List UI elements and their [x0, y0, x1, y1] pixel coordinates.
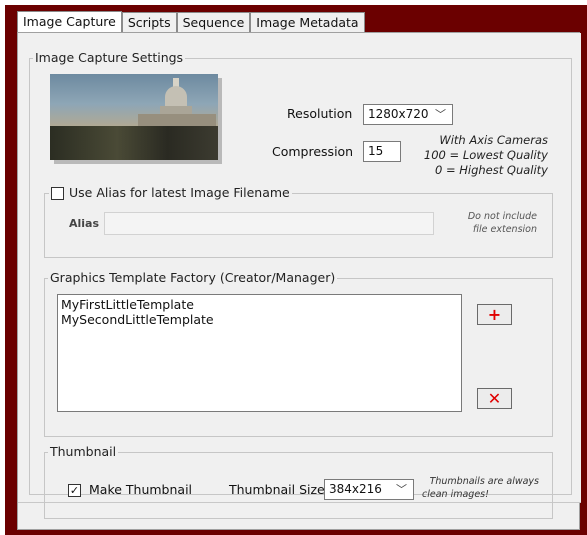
compression-input[interactable]: 15 — [363, 141, 401, 162]
camera-preview-image — [50, 74, 218, 160]
resolution-select[interactable]: 1280x720 ﹀ — [363, 104, 453, 125]
chevron-down-icon: ﹀ — [435, 108, 446, 121]
axis-quality-note: With Axis Cameras 100 = Lowest Quality 0… — [423, 133, 548, 177]
alias-label: Alias — [69, 217, 100, 230]
resolution-label: Resolution — [287, 106, 353, 121]
alias-input[interactable] — [104, 212, 434, 235]
alias-legend: Use Alias for latest Image Filename — [49, 185, 292, 201]
panel-body: Image Capture Settings Resolution 1280x7… — [18, 33, 581, 519]
tab-scripts[interactable]: Scripts — [121, 12, 177, 33]
template-list[interactable]: MyFirstLittleTemplate MySecondLittleTemp… — [57, 294, 462, 412]
image-capture-settings-title: Image Capture Settings — [33, 50, 186, 66]
use-alias-label: Use Alias for latest Image Filename — [69, 185, 290, 200]
chevron-down-icon: ﹀ — [396, 483, 407, 496]
thumbnail-size-select[interactable]: 384x216 ﹀ — [324, 479, 414, 500]
thumbnail-note: Thumbnails are always clean images! — [422, 476, 539, 500]
compression-label: Compression — [272, 144, 354, 159]
template-factory-group: Graphics Template Factory (Creator/Manag… — [44, 270, 553, 437]
delete-template-button[interactable]: ✕ — [477, 388, 512, 409]
plus-icon: + — [487, 305, 502, 324]
add-template-button[interactable]: + — [477, 304, 512, 325]
tab-panel: Image Capture Settings Resolution 1280x7… — [17, 32, 581, 530]
list-item[interactable]: MyFirstLittleTemplate — [61, 297, 458, 312]
check-icon: ✓ — [69, 484, 80, 497]
thumbnail-size-label: Thumbnail Size — [229, 482, 325, 497]
template-factory-title: Graphics Template Factory (Creator/Manag… — [48, 270, 338, 286]
tab-strip: Image Capture Scripts Sequence Image Met… — [17, 11, 365, 33]
tab-image-metadata[interactable]: Image Metadata — [250, 12, 365, 33]
alias-note: Do not include file extension — [467, 211, 537, 235]
thumbnail-title: Thumbnail — [48, 444, 119, 460]
tab-image-capture[interactable]: Image Capture — [17, 11, 122, 33]
tab-sequence[interactable]: Sequence — [176, 12, 251, 33]
thumbnail-size-value: 384x216 — [329, 482, 382, 496]
alias-group: Use Alias for latest Image Filename Alia… — [44, 185, 553, 258]
resolution-value: 1280x720 — [368, 107, 429, 121]
image-capture-settings-group: Image Capture Settings Resolution 1280x7… — [29, 50, 572, 519]
use-alias-checkbox[interactable] — [51, 186, 64, 200]
make-thumbnail-label: Make Thumbnail — [89, 482, 193, 497]
thumbnail-group: Thumbnail ✓ Make Thumbnail Thumbnail Siz… — [44, 444, 553, 519]
x-icon: ✕ — [487, 389, 502, 408]
list-item[interactable]: MySecondLittleTemplate — [61, 312, 458, 327]
make-thumbnail-checkbox[interactable]: ✓ — [68, 484, 81, 497]
